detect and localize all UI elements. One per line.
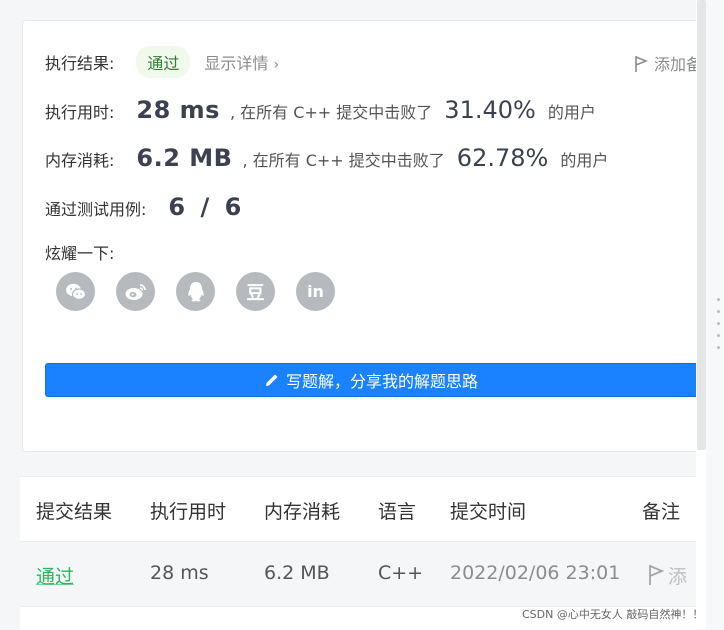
share-label: 炫耀一下:	[45, 244, 115, 263]
table-row[interactable]: 通过 28 ms 6.2 MB C++ 2022/02/06 23:01 添	[20, 542, 696, 607]
memory-label: 内存消耗:	[45, 151, 115, 170]
scrollbar-thumb[interactable]	[697, 0, 706, 450]
write-solution-button[interactable]: 写题解，分享我的解题思路	[45, 363, 696, 397]
side-panel-edge	[706, 0, 724, 629]
share-row: 炫耀一下:	[45, 240, 114, 264]
memory-suffix: 的用户	[560, 151, 609, 170]
header-time: 提交时间	[450, 501, 527, 523]
pencil-icon	[265, 374, 278, 386]
memory-value: 6.2 MB	[136, 144, 233, 172]
flag-icon	[649, 565, 665, 585]
qq-icon[interactable]	[176, 272, 215, 311]
linkedin-icon[interactable]: in	[296, 272, 335, 311]
runtime-suffix: 的用户	[547, 103, 596, 122]
add-note-button[interactable]: 添加备	[634, 51, 702, 75]
header-memory: 内存消耗	[264, 501, 341, 523]
memory-row: 内存消耗: 6.2 MB , 在所有 C++ 提交中击败了 62.78% 的用户	[45, 144, 608, 172]
result-row: 执行结果: 通过 显示详情 ›	[45, 46, 279, 78]
row-note-button[interactable]: 添	[648, 562, 687, 589]
header-note: 备注	[642, 501, 681, 523]
tests-row: 通过测试用例: 6 / 6	[45, 193, 242, 221]
header-language: 语言	[378, 501, 417, 523]
row-memory: 6.2 MB	[264, 562, 330, 584]
runtime-beat-text: , 在所有 C++ 提交中击败了	[229, 103, 433, 122]
weibo-icon[interactable]	[116, 272, 155, 311]
header-runtime: 执行用时	[150, 501, 227, 523]
wechat-icon[interactable]	[56, 272, 95, 311]
runtime-value: 28 ms	[136, 96, 220, 124]
result-label: 执行结果:	[45, 54, 115, 73]
status-badge: 通过	[136, 46, 191, 78]
runtime-row: 执行用时: 28 ms , 在所有 C++ 提交中击败了 31.40% 的用户	[45, 96, 596, 124]
tests-value: 6 / 6	[168, 193, 242, 221]
runtime-label: 执行用时:	[45, 103, 115, 122]
douban-icon[interactable]: 豆	[236, 272, 275, 311]
table-header: 提交结果 执行用时 内存消耗 语言 提交时间 备注	[20, 477, 696, 542]
memory-beat-text: , 在所有 C++ 提交中击败了	[242, 151, 445, 170]
row-runtime: 28 ms	[150, 562, 209, 584]
runtime-percent: 31.40%	[444, 96, 536, 124]
share-icons: 豆 in	[56, 272, 356, 311]
header-status: 提交结果	[36, 501, 113, 523]
row-language: C++	[378, 562, 424, 584]
show-details-link[interactable]: 显示详情 ›	[204, 50, 279, 74]
watermark: CSDN @心中无女人 敲码自然神！！	[522, 608, 704, 621]
chevron-right-icon: ›	[273, 57, 280, 73]
row-status-link[interactable]: 通过	[36, 562, 74, 589]
row-time: 2022/02/06 23:01	[450, 562, 621, 584]
drag-handle-icon[interactable]	[717, 298, 721, 358]
tests-label: 通过测试用例:	[45, 200, 147, 219]
memory-percent: 62.78%	[456, 144, 549, 172]
flag-icon	[635, 56, 649, 72]
